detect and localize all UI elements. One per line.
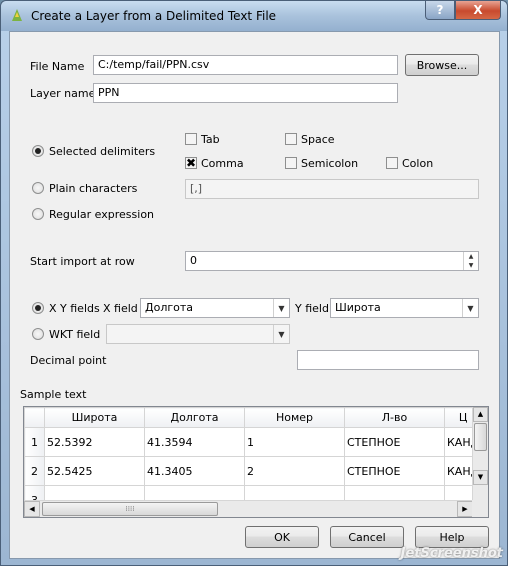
comma-checkbox[interactable]: ✖ bbox=[185, 157, 197, 169]
plain-characters-input[interactable]: [,] bbox=[185, 179, 479, 199]
sample-text-label: Sample text bbox=[20, 388, 87, 401]
layer-name-input[interactable]: PPN bbox=[93, 83, 398, 103]
cancel-button[interactable]: Cancel bbox=[330, 526, 404, 548]
qgis-icon bbox=[12, 9, 22, 21]
x-field-value: Долгота bbox=[145, 301, 194, 314]
start-import-value: 0 bbox=[190, 254, 197, 267]
y-field-value: Широта bbox=[335, 301, 381, 314]
chevron-down-icon: ▼ bbox=[462, 299, 478, 317]
file-name-input[interactable]: C:/temp/fail/PPN.csv bbox=[93, 55, 398, 75]
row-number[interactable]: 2 bbox=[24, 456, 45, 486]
scroll-down-icon[interactable]: ▼ bbox=[473, 470, 488, 485]
sample-grid: Широта Долгота Номер Л-во Ц 1 52.5392 41… bbox=[24, 407, 483, 515]
checked-mark-icon: ✖ bbox=[186, 156, 197, 170]
help-icon: ? bbox=[436, 3, 444, 17]
dialog-body: File Name C:/temp/fail/PPN.csv Browse...… bbox=[9, 31, 500, 559]
wkt-field-label: WKT field bbox=[49, 328, 101, 341]
column-header[interactable]: Номер bbox=[244, 407, 345, 428]
column-header[interactable]: Л-во bbox=[344, 407, 445, 428]
decimal-point-input[interactable] bbox=[297, 350, 479, 370]
wkt-field-radio[interactable] bbox=[32, 328, 44, 340]
vertical-scroll-thumb[interactable] bbox=[474, 423, 487, 451]
regular-expression-radio[interactable] bbox=[32, 208, 44, 220]
tab-label: Tab bbox=[201, 133, 220, 146]
watermark-logo: JetScreenshot bbox=[400, 546, 503, 561]
header-row: Широта Долгота Номер Л-во Ц bbox=[24, 407, 483, 428]
xy-fields-label: X Y fields bbox=[49, 302, 100, 315]
table-row[interactable]: 2 52.5425 41.3405 2 СТЕПНОЕ КАНД bbox=[24, 456, 483, 486]
tab-checkbox[interactable] bbox=[185, 133, 197, 145]
spin-down-icon[interactable]: ▼ bbox=[464, 261, 478, 270]
sample-table[interactable]: Широта Долгота Номер Л-во Ц 1 52.5392 41… bbox=[23, 406, 489, 518]
window-title: Create a Layer from a Delimited Text Fil… bbox=[31, 9, 277, 23]
table-cell[interactable]: 2 bbox=[244, 456, 345, 486]
title-bar[interactable]: Create a Layer from a Delimited Text Fil… bbox=[1, 1, 507, 31]
space-checkbox[interactable] bbox=[285, 133, 297, 145]
title-close-button[interactable]: X bbox=[455, 1, 501, 20]
comma-label: Comma bbox=[201, 157, 244, 170]
file-name-label: File Name bbox=[30, 60, 85, 73]
ok-button[interactable]: OK bbox=[245, 526, 319, 548]
y-field-select[interactable]: Широта ▼ bbox=[330, 298, 479, 318]
plain-characters-label: Plain characters bbox=[49, 182, 138, 195]
table-cell[interactable]: 52.5392 bbox=[44, 427, 145, 457]
layer-name-label: Layer name bbox=[30, 87, 96, 100]
plain-characters-radio[interactable] bbox=[32, 182, 44, 194]
row-number[interactable]: 1 bbox=[24, 427, 45, 457]
colon-label: Colon bbox=[402, 157, 434, 170]
selected-delimiters-radio[interactable] bbox=[32, 145, 44, 157]
horizontal-scroll-thumb[interactable]: ⁞⁞⁞⁞ bbox=[42, 502, 218, 516]
scroll-up-icon[interactable]: ▲ bbox=[473, 407, 488, 422]
table-cell[interactable]: 41.3594 bbox=[144, 427, 245, 457]
browse-button[interactable]: Browse... bbox=[405, 54, 479, 76]
table-cell[interactable]: СТЕПНОЕ bbox=[344, 427, 445, 457]
chevron-down-icon: ▼ bbox=[273, 325, 289, 343]
scroll-corner bbox=[472, 500, 488, 517]
y-field-label: Y field bbox=[295, 302, 329, 315]
table-row[interactable]: 1 52.5392 41.3594 1 СТЕПНОЕ КАНД bbox=[24, 427, 483, 457]
table-cell[interactable]: 1 bbox=[244, 427, 345, 457]
corner-header[interactable] bbox=[24, 407, 45, 428]
decimal-point-label: Decimal point bbox=[30, 354, 107, 367]
table-cell[interactable]: СТЕПНОЕ bbox=[344, 456, 445, 486]
chevron-down-icon: ▼ bbox=[273, 299, 289, 317]
regular-expression-label: Regular expression bbox=[49, 208, 155, 221]
start-import-label: Start import at row bbox=[30, 255, 135, 268]
spin-buttons[interactable]: ▲ ▼ bbox=[463, 252, 478, 270]
column-header[interactable]: Долгота bbox=[144, 407, 245, 428]
scroll-left-icon[interactable]: ◀ bbox=[24, 501, 40, 517]
selected-delimiters-label: Selected delimiters bbox=[49, 145, 156, 158]
space-label: Space bbox=[301, 133, 335, 146]
scroll-right-icon[interactable]: ▶ bbox=[457, 501, 473, 517]
horizontal-scrollbar[interactable]: ◀ ⁞⁞⁞⁞ ▶ bbox=[24, 500, 474, 517]
column-header[interactable]: Широта bbox=[44, 407, 145, 428]
close-icon: X bbox=[473, 3, 483, 17]
xy-fields-radio[interactable] bbox=[32, 302, 44, 314]
start-import-spinbox[interactable]: 0 ▲ ▼ bbox=[185, 251, 479, 271]
colon-checkbox[interactable] bbox=[386, 157, 398, 169]
table-cell[interactable]: 52.5425 bbox=[44, 456, 145, 486]
vertical-scrollbar[interactable]: ▲ ▼ bbox=[472, 407, 488, 501]
dialog-window: Create a Layer from a Delimited Text Fil… bbox=[0, 0, 508, 566]
help-button[interactable]: Help bbox=[415, 526, 489, 548]
title-help-button[interactable]: ? bbox=[425, 1, 455, 20]
table-cell[interactable]: 41.3405 bbox=[144, 456, 245, 486]
x-field-select[interactable]: Долгота ▼ bbox=[140, 298, 290, 318]
semicolon-checkbox[interactable] bbox=[285, 157, 297, 169]
semicolon-label: Semicolon bbox=[301, 157, 359, 170]
x-field-label: X field bbox=[103, 302, 138, 315]
spin-up-icon[interactable]: ▲ bbox=[464, 252, 478, 261]
wkt-field-select[interactable]: ▼ bbox=[106, 324, 290, 344]
